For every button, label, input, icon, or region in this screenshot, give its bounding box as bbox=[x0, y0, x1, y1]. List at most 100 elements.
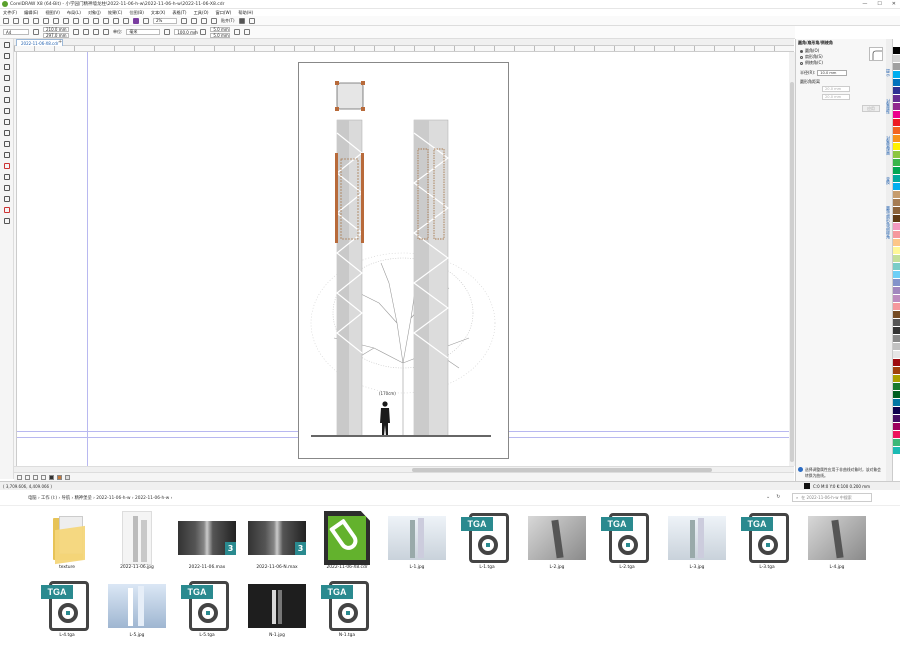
pick-tool-icon[interactable] bbox=[3, 42, 10, 48]
palette-swatch[interactable] bbox=[893, 103, 900, 111]
file-item[interactable]: TGA N-1.tga bbox=[312, 576, 382, 644]
chamfer-radio[interactable] bbox=[800, 61, 803, 65]
palette-swatch[interactable] bbox=[893, 191, 900, 199]
breadcrumb-item[interactable]: 电脑 bbox=[28, 496, 37, 501]
side-tab-object-properties[interactable]: 对象属性 bbox=[887, 99, 892, 114]
side-tab-object-manager[interactable]: 对象管理器 bbox=[887, 136, 892, 155]
rectangle-tool-icon[interactable] bbox=[3, 108, 10, 114]
palette-swatch[interactable] bbox=[893, 407, 900, 415]
breadcrumb[interactable]: 电脑 › 工作 (I:) › 导航 › 精神堡垒 › 2022-11-06-h-… bbox=[28, 495, 172, 501]
interactive-fill-icon[interactable] bbox=[3, 207, 10, 213]
menu-text[interactable]: 文本(X) bbox=[151, 10, 166, 16]
nudge-distance-input[interactable]: 100.0 mm bbox=[174, 29, 198, 35]
undo-icon[interactable] bbox=[73, 17, 79, 24]
fill-outline-info[interactable]: C:0 M:0 Y:0 K:100 0.200 mm bbox=[804, 483, 870, 489]
file-item[interactable]: texture bbox=[32, 508, 102, 576]
page-next-icon[interactable] bbox=[33, 474, 38, 480]
text-tool-icon[interactable] bbox=[3, 141, 10, 147]
palette-swatch[interactable] bbox=[893, 303, 900, 311]
page-first-icon[interactable] bbox=[17, 474, 22, 480]
connector-tool-icon[interactable] bbox=[3, 163, 10, 169]
file-item[interactable]: TGA L-4.tga bbox=[32, 576, 102, 644]
palette-swatch[interactable] bbox=[893, 391, 900, 399]
menu-table[interactable]: 表格(T) bbox=[172, 10, 186, 16]
menu-tools[interactable]: 工具(O) bbox=[194, 10, 209, 16]
menu-object[interactable]: 对象(J) bbox=[88, 10, 101, 16]
page-prev-icon[interactable] bbox=[25, 474, 30, 480]
zoom-tool-icon[interactable] bbox=[3, 75, 10, 81]
redo-icon[interactable] bbox=[83, 17, 89, 24]
palette-swatch[interactable] bbox=[893, 223, 900, 231]
palette-swatch[interactable] bbox=[893, 119, 900, 127]
page-height-input[interactable]: 297.0 mm bbox=[43, 32, 69, 38]
palette-swatch[interactable] bbox=[893, 207, 900, 215]
file-item[interactable]: L-5.jpg bbox=[102, 576, 172, 644]
palette-swatch[interactable] bbox=[893, 383, 900, 391]
file-item[interactable]: L-2.jpg bbox=[522, 508, 592, 576]
file-item[interactable]: L-1.jpg bbox=[382, 508, 452, 576]
menu-help[interactable]: 帮助(H) bbox=[238, 10, 253, 16]
close-button[interactable]: ✕ bbox=[892, 1, 896, 7]
show-rulers-icon[interactable] bbox=[191, 17, 197, 24]
corel-connect-icon[interactable] bbox=[133, 17, 139, 24]
palette-swatch[interactable] bbox=[893, 351, 900, 359]
units-select[interactable]: 毫米 bbox=[126, 29, 161, 35]
file-item[interactable]: TGA L-3.tga bbox=[732, 508, 802, 576]
side-tab-transform[interactable]: 变换 bbox=[887, 177, 892, 185]
palette-swatch[interactable] bbox=[893, 39, 900, 47]
treat-as-filled-icon[interactable] bbox=[234, 29, 241, 35]
palette-swatch[interactable] bbox=[893, 215, 900, 223]
palette-swatch[interactable] bbox=[893, 63, 900, 71]
document-tab[interactable]: 2022-11-06-X8.cdr bbox=[16, 39, 64, 46]
paste-icon[interactable] bbox=[63, 17, 69, 24]
show-grid-icon[interactable] bbox=[201, 17, 207, 24]
show-guidelines-icon[interactable] bbox=[211, 17, 217, 24]
palette-swatch[interactable] bbox=[893, 279, 900, 287]
menu-edit[interactable]: 编辑(E) bbox=[24, 10, 38, 16]
palette-swatch[interactable] bbox=[893, 167, 900, 175]
eyedropper-icon[interactable] bbox=[3, 196, 10, 202]
file-item[interactable]: 2022-11-06.jpg bbox=[102, 508, 172, 576]
parallel-dimension-icon[interactable] bbox=[3, 152, 10, 158]
duplicate-y-input[interactable]: 5.0 mm bbox=[210, 32, 231, 38]
palette-swatch[interactable] bbox=[893, 295, 900, 303]
palette-swatch[interactable] bbox=[893, 271, 900, 279]
page-size-select[interactable]: A4 bbox=[3, 29, 29, 35]
shape-tool-icon[interactable] bbox=[3, 53, 10, 59]
breadcrumb-item[interactable]: 精神堡垒 bbox=[75, 496, 92, 501]
page-last-icon[interactable] bbox=[41, 474, 46, 480]
palette-swatch[interactable] bbox=[893, 231, 900, 239]
snap-to-dropdown[interactable]: 贴齐(T) bbox=[221, 18, 235, 24]
quick-customize-icon[interactable] bbox=[244, 29, 251, 35]
polygon-tool-icon[interactable] bbox=[3, 130, 10, 136]
palette-swatch[interactable] bbox=[893, 415, 900, 423]
app-launcher-icon[interactable] bbox=[143, 17, 149, 24]
artistic-media-icon[interactable] bbox=[3, 97, 10, 103]
palette-swatch[interactable] bbox=[893, 143, 900, 151]
palette-swatch[interactable] bbox=[893, 439, 900, 447]
transparency-icon[interactable] bbox=[3, 185, 10, 191]
fillet-radio[interactable] bbox=[800, 49, 803, 53]
duplicate-x-input[interactable]: 5.0 mm bbox=[210, 26, 231, 32]
smart-fill-icon[interactable] bbox=[3, 218, 10, 224]
palette-swatch[interactable] bbox=[893, 95, 900, 103]
explorer-search-input[interactable]: ⌕ 在 2022-11-06-h-w 中搜索 bbox=[792, 493, 872, 502]
palette-swatch[interactable] bbox=[893, 447, 900, 455]
palette-swatch[interactable] bbox=[893, 79, 900, 87]
refresh-icon[interactable]: ↻ bbox=[776, 494, 780, 500]
file-item[interactable]: TGA L-5.tga bbox=[172, 576, 242, 644]
dropdown-chevron-icon[interactable]: ⌄ bbox=[766, 494, 770, 500]
breadcrumb-item[interactable]: 2022-11-06-h-w bbox=[96, 496, 130, 501]
palette-swatch[interactable] bbox=[893, 423, 900, 431]
document-palette-gray-swatch[interactable] bbox=[65, 474, 70, 480]
radius-input[interactable]: 10.0 mm bbox=[817, 70, 848, 76]
maximize-button[interactable]: ☐ bbox=[877, 1, 881, 7]
menu-view[interactable]: 视图(V) bbox=[45, 10, 60, 16]
new-tab-plus-icon[interactable]: + bbox=[58, 39, 62, 45]
palette-swatch[interactable] bbox=[893, 239, 900, 247]
palette-swatch[interactable] bbox=[893, 399, 900, 407]
palette-swatch[interactable] bbox=[893, 47, 900, 55]
palette-swatch[interactable] bbox=[893, 263, 900, 271]
palette-swatch[interactable] bbox=[893, 199, 900, 207]
export-icon[interactable] bbox=[113, 17, 119, 24]
